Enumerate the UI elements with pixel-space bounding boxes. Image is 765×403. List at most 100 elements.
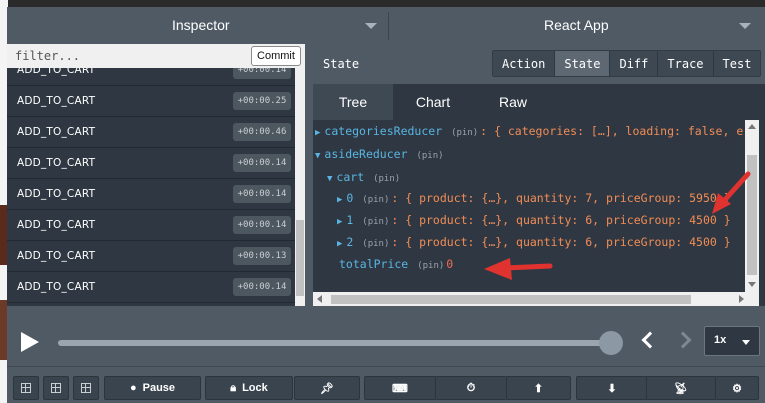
action-name: ADD_TO_CART — [17, 281, 96, 293]
tab-action[interactable]: Action — [493, 51, 556, 76]
settings-button[interactable]: ⚙ — [715, 376, 759, 400]
scroll-right-icon[interactable] — [739, 295, 744, 303]
action-list-item[interactable]: ADD_TO_CART +00:00.14 — [7, 210, 295, 241]
tree-horizontal-scrollbar[interactable] — [313, 292, 759, 306]
layout-grid-icon — [51, 383, 61, 393]
header-divider — [388, 12, 389, 40]
scrollbar-thumb[interactable] — [331, 295, 691, 304]
action-list-item[interactable]: ADD_TO_CART +00:00.25 — [7, 86, 295, 117]
app-dropdown-icon[interactable] — [739, 23, 751, 29]
action-time-badge: +00:00.13 — [233, 247, 291, 265]
monitor-panel: State Action State Diff Trace Test Tree … — [313, 44, 765, 306]
next-icon[interactable] — [674, 331, 692, 349]
tree-vertical-scrollbar[interactable] — [745, 120, 759, 292]
app-selector-title[interactable]: React App — [544, 17, 609, 33]
tab-diff[interactable]: Diff — [610, 51, 659, 76]
broadcast-icon: 📡︎ — [674, 382, 688, 395]
speed-select[interactable]: 1x — [704, 326, 760, 356]
action-list-item[interactable]: ADD_TO_CART +00:00.14 — [7, 148, 295, 179]
tab-chart[interactable]: Chart — [393, 84, 473, 120]
action-name: ADD_TO_CART — [17, 219, 96, 231]
inspector-title[interactable]: Inspector — [172, 17, 230, 33]
mode-tabs: Action State Diff Trace Test — [492, 50, 762, 77]
action-time-badge: +00:00.46 — [233, 123, 291, 141]
timer-icon: ⏱ — [466, 381, 476, 394]
monitor-label: State — [323, 57, 360, 71]
tree-node-cart[interactable]: ▼ cart (pin) — [327, 167, 402, 187]
action-time-badge: +00:00.14 — [233, 185, 291, 203]
action-list-item[interactable]: ADD_TO_CART +00:00.13 — [7, 241, 295, 272]
action-time-badge: +00:00.14 — [233, 68, 291, 79]
expand-arrow-icon[interactable]: ▶ — [337, 217, 342, 227]
action-list-item[interactable]: ADD_TO_CART +00:00.14 — [7, 68, 295, 86]
persist-button[interactable]: 📌︎ — [294, 376, 360, 400]
lock-button[interactable]: 🔒︎ Lock — [205, 376, 293, 400]
expand-arrow-icon[interactable]: ▶ — [337, 195, 342, 205]
previous-icon[interactable] — [641, 331, 659, 349]
timeline-slider-handle[interactable] — [599, 331, 623, 355]
tree-node-categories-reducer[interactable]: ▶ categoriesReducer (pin): { categories: … — [315, 121, 745, 141]
tree-node-aside-reducer[interactable]: ▼ asideReducer (pin) — [315, 144, 446, 164]
action-list: ADD_TO_CART +00:00.14 ADD_TO_CART +00:00… — [7, 68, 295, 306]
pin-icon: 📌︎ — [320, 382, 334, 395]
view-tabs: Tree Chart Raw — [313, 84, 765, 120]
action-time-badge: +00:00.14 — [233, 278, 291, 296]
collapse-arrow-icon[interactable]: ▼ — [327, 174, 332, 184]
remote-button[interactable]: 📡︎ — [646, 376, 716, 400]
action-name: ADD_TO_CART — [17, 126, 96, 138]
filter-input[interactable] — [15, 47, 245, 65]
action-list-scrollbar[interactable] — [295, 68, 305, 306]
action-name: ADD_TO_CART — [17, 188, 96, 200]
upload-icon: ⬆ — [533, 382, 544, 395]
state-tree: ▶ categoriesReducer (pin): { categories: … — [313, 120, 745, 292]
layout-button[interactable] — [43, 376, 69, 400]
dispatcher-button[interactable]: ⌨ — [364, 376, 436, 400]
action-list-item[interactable]: ADD_TO_CART +00:00.14 — [7, 272, 295, 303]
tree-node-cart-item[interactable]: ▶ 1 (pin): { product: {…}, quantity: 6, p… — [337, 210, 731, 230]
speed-value: 1x — [714, 334, 727, 346]
collapse-arrow-icon[interactable]: ▼ — [315, 151, 320, 161]
layout-grid-icon — [21, 383, 31, 393]
slider-toggle-button[interactable]: ⏱ — [435, 376, 507, 400]
tab-raw[interactable]: Raw — [473, 84, 553, 120]
tab-test[interactable]: Test — [714, 51, 761, 76]
tree-node-cart-item[interactable]: ▶ 2 (pin): { product: {…}, quantity: 6, p… — [337, 232, 731, 252]
monitor-toolbar: State Action State Diff Trace Test — [313, 44, 765, 84]
redux-devtools-window: Inspector React App Commit ADD_TO_CART +… — [7, 7, 765, 403]
scroll-down-icon[interactable] — [748, 282, 756, 287]
layout-grid-icon — [81, 383, 91, 393]
scrollbar-thumb[interactable] — [296, 220, 304, 296]
expand-arrow-icon[interactable]: ▶ — [315, 128, 320, 138]
inspector-dropdown-icon[interactable] — [365, 23, 377, 29]
tab-state[interactable]: State — [555, 51, 611, 76]
download-icon: ⬇ — [607, 382, 617, 395]
action-time-badge: +00:00.14 — [233, 154, 291, 172]
scroll-up-icon[interactable] — [748, 124, 756, 129]
expand-arrow-icon[interactable]: ▶ — [337, 239, 342, 249]
devtools-header: Inspector React App — [7, 7, 765, 44]
tree-node-cart-item[interactable]: ▶ 0 (pin): { product: {…}, quantity: 7, p… — [337, 188, 731, 208]
scrollbar-thumb[interactable] — [747, 155, 757, 275]
action-list-item[interactable]: ADD_TO_CART +00:00.14 — [7, 179, 295, 210]
action-name: ADD_TO_CART — [17, 157, 96, 169]
action-name: ADD_TO_CART — [17, 95, 96, 107]
timeline-slider[interactable] — [58, 340, 611, 346]
commit-button[interactable]: Commit — [251, 46, 301, 66]
tree-node-total-price[interactable]: totalPrice (pin) 0 — [339, 254, 453, 274]
gear-icon: ⚙ — [732, 382, 742, 395]
action-list-item[interactable]: ADD_TO_CART +00:00.46 — [7, 117, 295, 148]
scroll-left-icon[interactable] — [317, 295, 322, 303]
import-button[interactable]: ⬆ — [506, 376, 571, 400]
layout-button[interactable] — [73, 376, 99, 400]
pause-button[interactable]: ● Pause — [104, 376, 201, 400]
tab-trace[interactable]: Trace — [658, 51, 714, 76]
keyboard-icon: ⌨ — [392, 382, 408, 395]
export-button[interactable]: ⬇ — [576, 376, 648, 400]
tab-tree[interactable]: Tree — [313, 84, 393, 120]
action-name: ADD_TO_CART — [17, 250, 96, 262]
action-time-badge: +00:00.25 — [233, 92, 291, 110]
play-icon[interactable] — [21, 332, 39, 352]
layout-button[interactable] — [13, 376, 39, 400]
pause-icon: ● — [129, 382, 137, 394]
playback-row: 1x — [7, 306, 765, 366]
